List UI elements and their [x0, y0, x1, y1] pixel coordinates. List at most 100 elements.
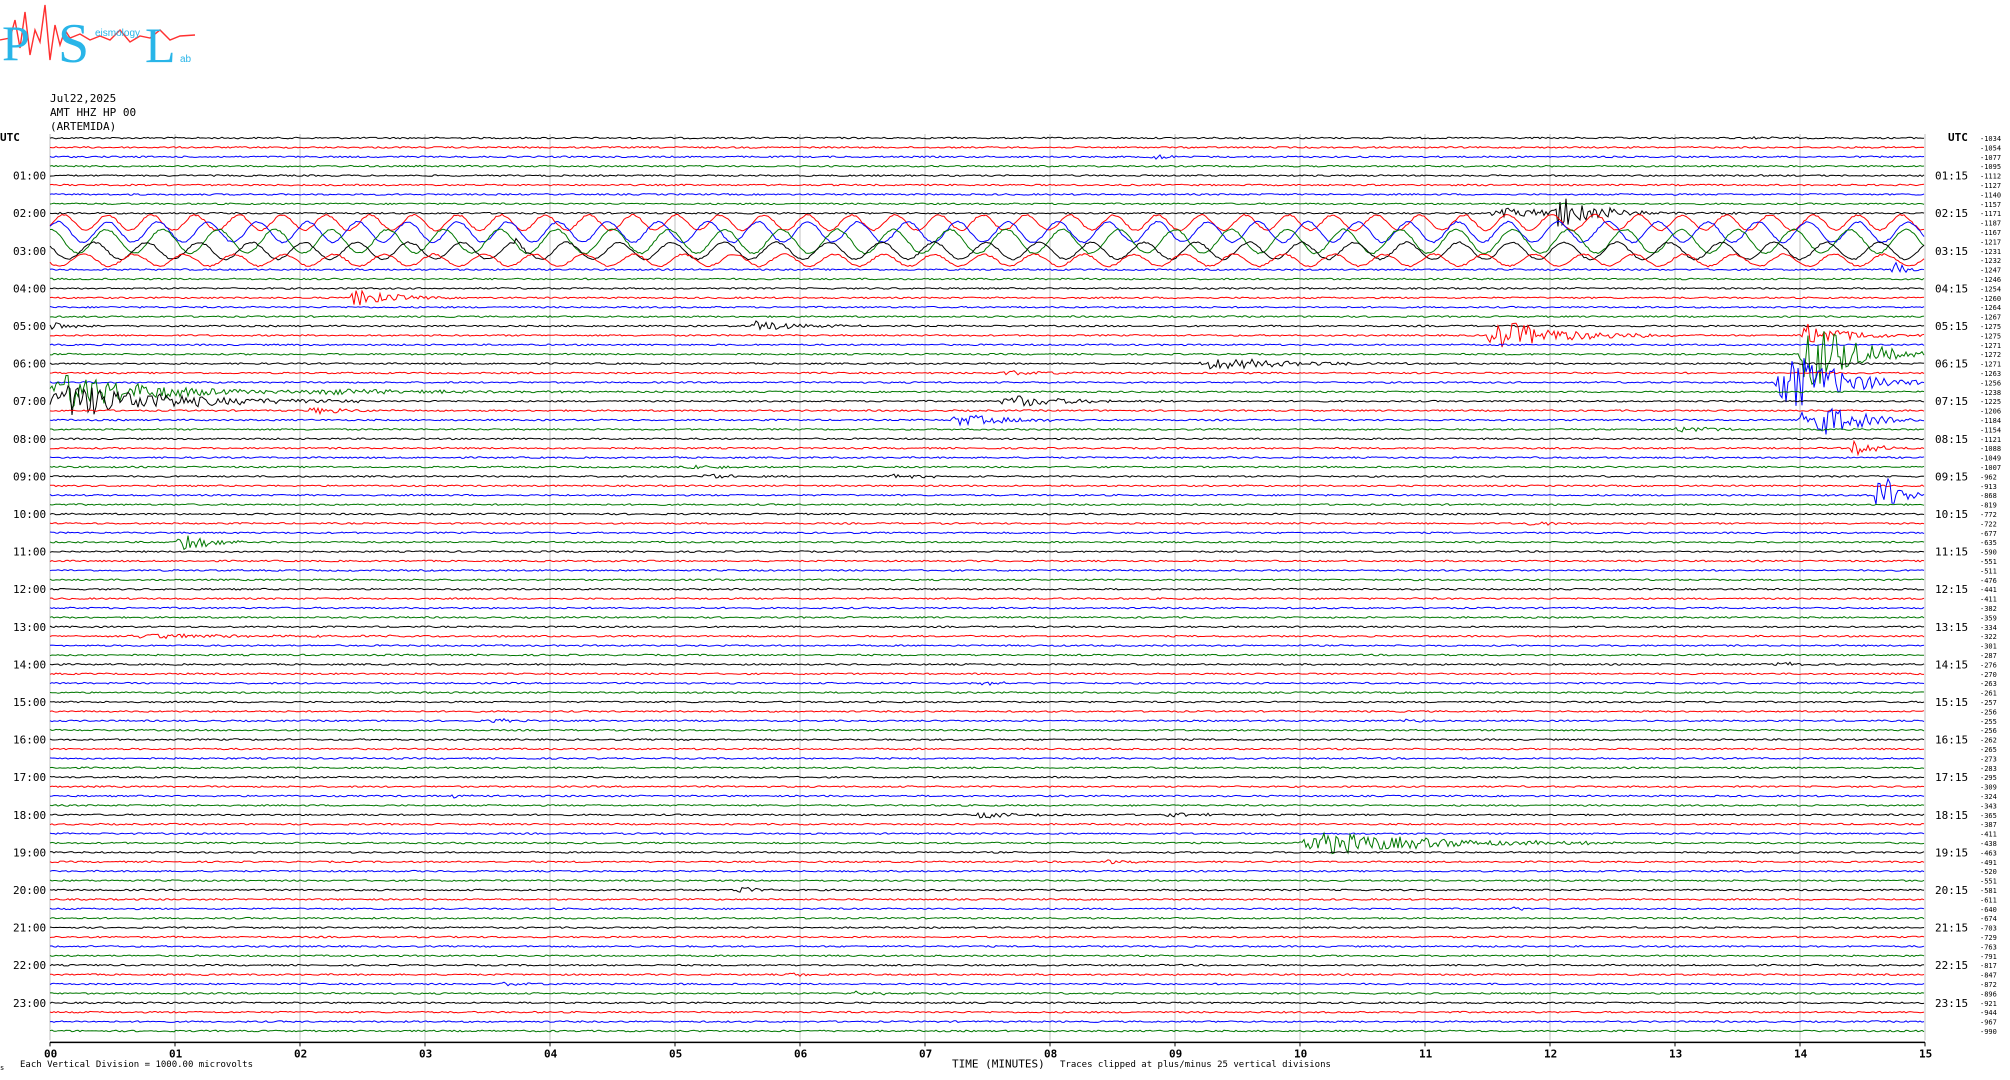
left-hour-label: 01:00	[13, 170, 46, 183]
right-hour-label: 01:15	[1935, 170, 1968, 183]
seismic-trace	[49, 135, 1925, 140]
seismic-trace	[49, 261, 1925, 274]
seismic-trace	[49, 1001, 1925, 1005]
seismic-trace	[49, 954, 1925, 958]
seismic-trace	[49, 859, 1925, 865]
seismic-trace	[49, 407, 1925, 435]
trace-offset-label: -287	[1980, 652, 1997, 660]
corner-note: s	[0, 1064, 5, 1072]
trace-offset-label: -967	[1980, 1019, 1997, 1027]
seismic-trace	[49, 456, 1925, 460]
seismic-trace	[49, 728, 1925, 732]
x-tick-label: 00	[44, 1047, 57, 1060]
trace-offset-label: -1171	[1980, 210, 2001, 218]
trace-offset-label: -1275	[1980, 323, 2001, 331]
trace-offset-label: -1247	[1980, 267, 2001, 275]
x-tick-label: 03	[419, 1047, 432, 1060]
seismic-trace	[49, 202, 1925, 206]
trace-offset-label: -990	[1980, 1028, 1997, 1036]
left-hour-label: 13:00	[13, 621, 46, 634]
trace-offset-label: -611	[1980, 896, 1997, 904]
trace-offset-label: -295	[1980, 774, 1997, 782]
right-hour-label: 03:15	[1935, 245, 1968, 258]
trace-offset-label: -847	[1980, 972, 1997, 980]
right-hour-label: 15:15	[1935, 696, 1968, 709]
trace-offset-label: -1088	[1980, 445, 2001, 453]
trace-offset-label: -1256	[1980, 379, 2001, 387]
trace-offset-label: -551	[1980, 878, 1997, 886]
trace-offset-label: -322	[1980, 633, 1997, 641]
seismic-trace	[49, 897, 1925, 901]
seismic-trace	[50, 426, 1925, 433]
seismic-trace	[49, 747, 1925, 751]
seismic-trace	[49, 822, 1925, 826]
seismic-trace	[49, 717, 1925, 724]
seismic-trace	[49, 568, 1925, 572]
trace-offset-label: -1095	[1980, 163, 2001, 171]
trace-offset-label: -944	[1980, 1009, 1997, 1017]
left-hour-label: 02:00	[13, 207, 46, 220]
trace-offset-label: -438	[1980, 840, 1997, 848]
seismic-trace	[50, 972, 1925, 978]
trace-offset-label: -551	[1980, 558, 1997, 566]
seismic-trace	[49, 320, 1925, 331]
trace-offset-label: -1254	[1980, 285, 2001, 293]
trace-offset-label: -896	[1980, 990, 1997, 998]
trace-offset-label: -257	[1980, 699, 1997, 707]
trace-offset-label: -463	[1980, 849, 1997, 857]
x-axis-title: TIME (MINUTES)	[952, 1057, 1045, 1070]
trace-offset-label: -382	[1980, 605, 1997, 613]
seismic-trace	[49, 811, 1925, 819]
trace-offset-label: -1263	[1980, 370, 2001, 378]
right-hour-label: 12:15	[1935, 583, 1968, 596]
trace-offset-label: -265	[1980, 746, 1997, 754]
seismic-trace	[50, 331, 1925, 386]
seismic-trace	[49, 831, 1925, 855]
seismic-trace	[49, 535, 1925, 551]
trace-offset-label: -1275	[1980, 332, 2001, 340]
seismic-trace	[49, 981, 1925, 987]
seismic-trace	[49, 154, 1925, 160]
trace-offset-label: -913	[1980, 483, 1997, 491]
left-hour-label: 07:00	[13, 395, 46, 408]
seismic-trace	[49, 625, 1925, 629]
left-utc-label: UTC	[0, 131, 20, 144]
trace-offset-label: -763	[1980, 943, 1997, 951]
seismic-trace	[49, 691, 1925, 695]
x-tick-label: 08	[1044, 1047, 1057, 1060]
seismic-trace	[49, 738, 1925, 742]
trace-offset-label: -1140	[1980, 191, 2001, 199]
right-hour-label: 07:15	[1935, 395, 1968, 408]
trace-offset-label: -1187	[1980, 220, 2001, 228]
seismic-trace	[49, 277, 1925, 281]
right-hour-label: 23:15	[1935, 997, 1968, 1010]
seismic-trace	[49, 661, 1925, 667]
seismic-trace	[49, 963, 1925, 967]
trace-offset-label: -1267	[1980, 314, 2001, 322]
seismic-trace	[49, 578, 1925, 582]
trace-offset-label: -411	[1980, 596, 1997, 604]
seismic-trace	[49, 439, 1925, 457]
x-tick-label: 01	[169, 1047, 183, 1060]
trace-offset-label: -1167	[1980, 229, 2001, 237]
seismic-trace	[49, 990, 1925, 996]
trace-offset-label: -301	[1980, 643, 1997, 651]
left-hour-label: 08:00	[13, 433, 46, 446]
scale-note: Each Vertical Division = 1000.00 microvo…	[20, 1060, 253, 1070]
seismic-trace	[49, 926, 1925, 930]
trace-offset-label: -1271	[1980, 361, 2001, 369]
seismic-trace	[49, 1029, 1925, 1033]
trace-offset-label: -674	[1980, 915, 1997, 923]
right-hour-label: 13:15	[1935, 621, 1968, 634]
seismic-trace	[49, 766, 1925, 770]
seismic-trace	[49, 220, 1925, 244]
seismic-trace	[50, 484, 1925, 488]
right-hour-label: 08:15	[1935, 433, 1968, 446]
x-tick-label: 13	[1669, 1047, 1682, 1060]
right-hour-label: 21:15	[1935, 922, 1968, 935]
seismic-trace	[49, 192, 1925, 196]
trace-offset-label: -1154	[1980, 426, 2001, 434]
trace-offset-label: -476	[1980, 577, 1997, 585]
right-hour-label: 11:15	[1935, 546, 1968, 559]
trace-offset-label: -722	[1980, 520, 1997, 528]
